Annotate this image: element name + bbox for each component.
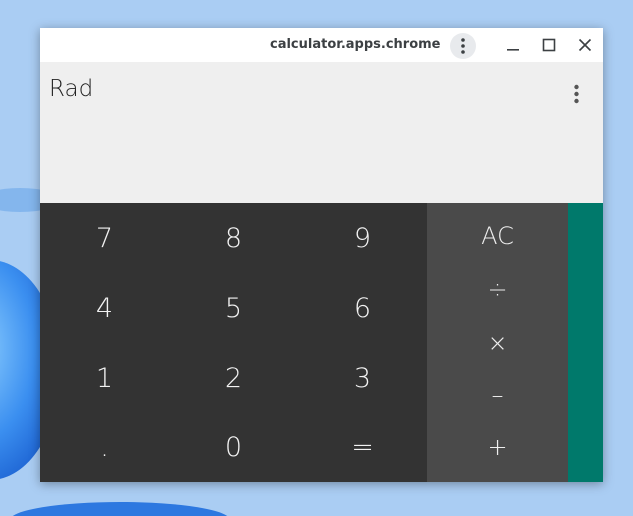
divide-button[interactable]: ÷ xyxy=(427,264,568,314)
minimize-icon xyxy=(507,49,519,51)
calculator-window: calculator.apps.chrome Rad 7 8 9 4 5 6 1… xyxy=(40,28,603,482)
close-icon xyxy=(578,38,592,52)
minimize-button[interactable] xyxy=(498,30,528,60)
key-5[interactable]: 5 xyxy=(169,273,298,343)
key-7[interactable]: 7 xyxy=(40,203,169,273)
display-menu-button[interactable] xyxy=(566,80,586,108)
subtract-button[interactable]: – xyxy=(427,370,568,420)
operator-pad: AC ÷ × – + xyxy=(427,203,568,482)
add-button[interactable]: + xyxy=(427,422,568,472)
advanced-functions-drawer[interactable] xyxy=(568,203,603,482)
key-0[interactable]: 0 xyxy=(169,412,298,482)
more-vert-icon xyxy=(461,38,465,54)
more-vert-icon xyxy=(573,84,579,104)
key-6[interactable]: 6 xyxy=(298,273,427,343)
clear-button[interactable]: AC xyxy=(427,211,568,261)
calculator-display: Rad xyxy=(40,62,603,203)
close-button[interactable] xyxy=(570,30,600,60)
title-menu-button[interactable] xyxy=(450,33,476,59)
key-8[interactable]: 8 xyxy=(169,203,298,273)
key-9[interactable]: 9 xyxy=(298,203,427,273)
window-title: calculator.apps.chrome xyxy=(270,37,441,52)
maximize-button[interactable] xyxy=(534,30,564,60)
key-3[interactable]: 3 xyxy=(298,343,427,413)
key-4[interactable]: 4 xyxy=(40,273,169,343)
title-bar: calculator.apps.chrome xyxy=(40,28,603,62)
angle-mode-toggle[interactable]: Rad xyxy=(49,76,93,102)
key-decimal[interactable]: . xyxy=(40,412,169,482)
number-pad: 7 8 9 4 5 6 1 2 3 . 0 = xyxy=(40,203,427,482)
multiply-button[interactable]: × xyxy=(427,318,568,368)
maximize-icon xyxy=(542,38,556,52)
key-equals[interactable]: = xyxy=(298,412,427,482)
key-2[interactable]: 2 xyxy=(169,343,298,413)
key-1[interactable]: 1 xyxy=(40,343,169,413)
